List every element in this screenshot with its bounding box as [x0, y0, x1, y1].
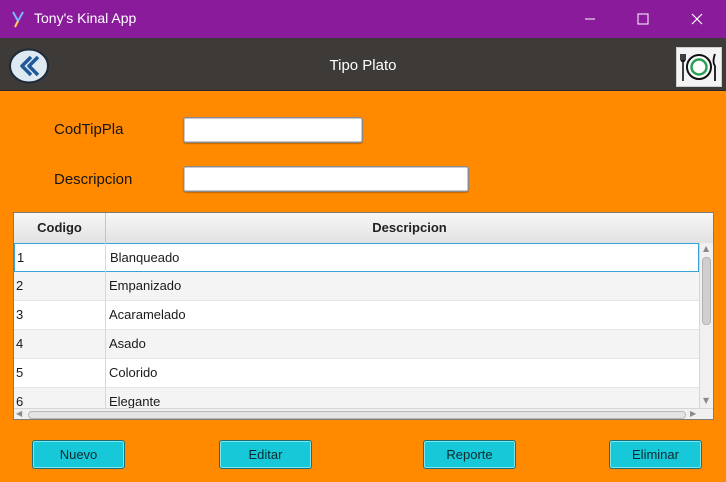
close-icon	[691, 13, 703, 25]
window-titlebar: Tony's Kinal App	[0, 0, 726, 38]
cell-descripcion: Acaramelado	[109, 307, 186, 322]
cell-descripcion: Asado	[109, 336, 146, 351]
cell-codigo: 1	[17, 250, 25, 265]
cell-codigo: 4	[16, 336, 24, 351]
codtippla-input[interactable]	[183, 117, 363, 143]
table-row[interactable]: 5 Colorido	[14, 359, 699, 388]
cell-codigo: 3	[16, 307, 24, 322]
table-row[interactable]: 3 Acaramelado	[14, 301, 699, 330]
cell-codigo: 2	[16, 278, 24, 293]
tipo-plato-table[interactable]: Codigo Descripcion 1 Blanqueado 2 Empani…	[13, 212, 714, 420]
horizontal-scroll-thumb[interactable]	[28, 411, 686, 419]
table-row[interactable]: 2 Empanizado	[14, 272, 699, 301]
codtippla-label: CodTipPla	[54, 121, 124, 138]
nuevo-button[interactable]: Nuevo	[32, 440, 125, 469]
horizontal-scrollbar[interactable]: ◀ ▶	[14, 408, 713, 419]
maximize-button[interactable]	[620, 0, 666, 38]
descripcion-input[interactable]	[183, 166, 469, 192]
reporte-button[interactable]: Reporte	[423, 440, 516, 469]
main-panel: CodTipPla Descripcion Codigo Descripcion…	[0, 91, 726, 482]
scroll-right-icon[interactable]: ▶	[690, 408, 696, 419]
vertical-scroll-thumb[interactable]	[702, 257, 711, 325]
column-header-codigo[interactable]: Codigo	[14, 213, 106, 243]
minimize-icon	[585, 18, 595, 20]
column-header-descripcion[interactable]: Descripcion	[106, 213, 713, 243]
table-row[interactable]: 1 Blanqueado	[14, 243, 699, 272]
scroll-down-icon[interactable]: ▼	[703, 395, 709, 407]
close-button[interactable]	[674, 0, 720, 38]
cell-descripcion: Blanqueado	[110, 250, 180, 265]
column-divider	[105, 243, 106, 409]
window-title: Tony's Kinal App	[34, 10, 137, 26]
page-title: Tipo Plato	[329, 57, 397, 74]
cell-descripcion: Empanizado	[109, 278, 182, 293]
table-header: Codigo Descripcion	[14, 213, 713, 244]
eliminar-button[interactable]: Eliminar	[609, 440, 702, 469]
app-icon	[12, 11, 24, 28]
cell-codigo: 5	[16, 365, 24, 380]
vertical-scrollbar[interactable]: ▲ ▼	[699, 243, 713, 409]
descripcion-label: Descripcion	[54, 171, 133, 188]
scroll-left-icon[interactable]: ◀	[16, 408, 22, 419]
scroll-up-icon[interactable]: ▲	[703, 243, 709, 255]
table-row[interactable]: 4 Asado	[14, 330, 699, 359]
minimize-button[interactable]	[567, 0, 613, 38]
cell-descripcion: Colorido	[109, 365, 158, 380]
page-header: Tipo Plato	[0, 38, 726, 91]
plate-cutlery-icon	[676, 47, 722, 87]
editar-button[interactable]: Editar	[219, 440, 312, 469]
maximize-icon	[637, 13, 649, 25]
